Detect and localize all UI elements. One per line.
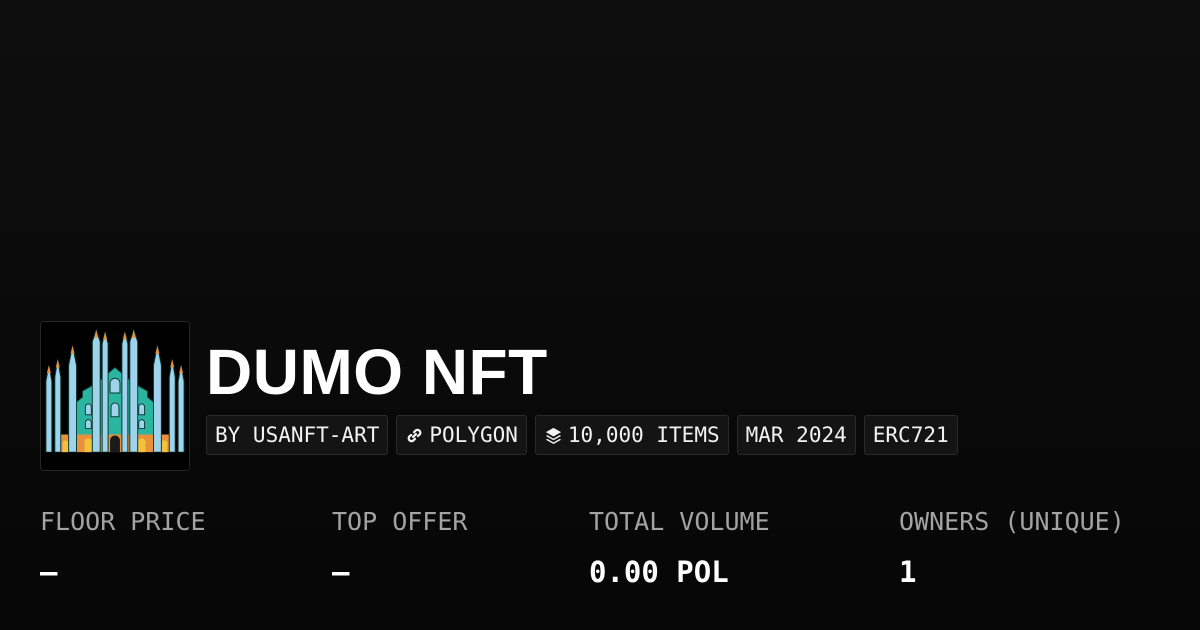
owners-label: OWNERS (UNIQUE) [899, 507, 1125, 536]
top-offer-stat: TOP OFFER – [332, 503, 467, 592]
collection-title: DUMO NFT [206, 336, 548, 408]
created-date-label: MAR 2024 [745, 423, 847, 447]
creator-tag-label: BY USANFT-ART [215, 423, 380, 447]
created-date-tag: MAR 2024 [736, 415, 856, 455]
link-chain-icon [405, 426, 424, 445]
duomo-cathedral-icon [41, 322, 189, 470]
items-count-tag[interactable]: 10,000 ITEMS [534, 415, 729, 455]
floor-price-value: – [40, 555, 58, 589]
chain-tag[interactable]: POLYGON [396, 415, 527, 455]
total-volume-stat: TOTAL VOLUME 0.00 POL [589, 503, 770, 592]
chain-tag-label: POLYGON [429, 423, 518, 447]
total-volume-value: 0.00 POL [589, 555, 729, 589]
collection-logo [40, 321, 190, 471]
owners-stat: OWNERS (UNIQUE) 1 [899, 503, 1125, 592]
items-count-label: 10,000 ITEMS [567, 423, 720, 447]
token-standard-tag: ERC721 [863, 415, 958, 455]
token-standard-label: ERC721 [872, 423, 949, 447]
floor-price-label: FLOOR PRICE [40, 507, 206, 536]
collection-tags: BY USANFT-ART POLYGON 10,000 ITEMS MAR 2… [206, 415, 958, 455]
top-offer-label: TOP OFFER [332, 507, 468, 536]
total-volume-label: TOTAL VOLUME [589, 507, 770, 536]
layers-icon [544, 426, 563, 445]
creator-tag[interactable]: BY USANFT-ART [206, 415, 389, 455]
floor-price-stat: FLOOR PRICE – [40, 503, 206, 592]
top-offer-value: – [332, 555, 350, 589]
owners-value: 1 [899, 555, 917, 589]
